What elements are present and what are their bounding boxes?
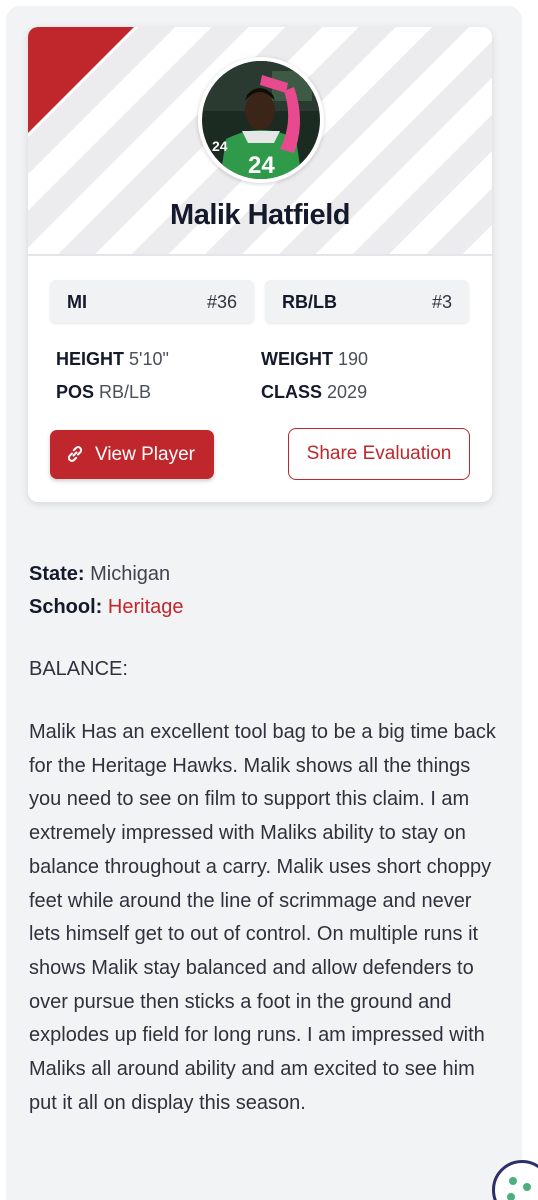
position-code: RB/LB: [282, 292, 337, 312]
link-icon: [65, 444, 85, 470]
view-player-label: View Player: [95, 444, 195, 465]
school-label: School:: [29, 596, 103, 618]
class-value: 2029: [327, 382, 368, 402]
evaluation-text: Malik Has an excellent tool bag to be a …: [29, 721, 496, 1114]
weight-stat: WEIGHT 190: [261, 349, 368, 370]
class-label: CLASS: [261, 382, 323, 402]
pos-label: POS: [56, 382, 95, 402]
weight-value: 190: [338, 349, 369, 369]
svg-text:24: 24: [212, 138, 228, 154]
height-value: 5'10": [129, 349, 169, 369]
state-rank: #36: [206, 292, 237, 312]
player-name: Malik Hatfield: [170, 199, 350, 231]
state-label: State:: [29, 563, 85, 585]
pos-stat: POS RB/LB: [56, 382, 151, 403]
view-player-button[interactable]: View Player: [50, 430, 214, 479]
position-rank-chip: RB/LB #3: [265, 280, 469, 323]
jersey-number: 24: [248, 152, 275, 179]
position-rank: #3: [431, 292, 452, 312]
player-card: 24 24 Malik Hatfield MI #36 RB/LB #3 HEI…: [28, 27, 492, 502]
evaluation-heading: BALANCE:: [29, 658, 128, 680]
pos-value: RB/LB: [99, 382, 152, 402]
state-rank-chip: MI #36: [50, 280, 254, 323]
state-code: MI: [67, 292, 87, 312]
header-divider: [28, 254, 492, 256]
player-avatar: 24 24: [198, 57, 324, 183]
red-corner-accent: [28, 27, 134, 133]
school-info: School: Heritage: [29, 596, 184, 619]
height-stat: HEIGHT 5'10": [56, 349, 169, 370]
share-evaluation-button[interactable]: Share Evaluation: [288, 428, 470, 480]
school-link[interactable]: Heritage: [108, 596, 184, 618]
class-stat: CLASS 2029: [261, 382, 367, 403]
weight-label: WEIGHT: [261, 349, 333, 369]
state-info: State: Michigan: [29, 563, 170, 586]
height-label: HEIGHT: [56, 349, 125, 369]
state-value: Michigan: [90, 563, 171, 585]
